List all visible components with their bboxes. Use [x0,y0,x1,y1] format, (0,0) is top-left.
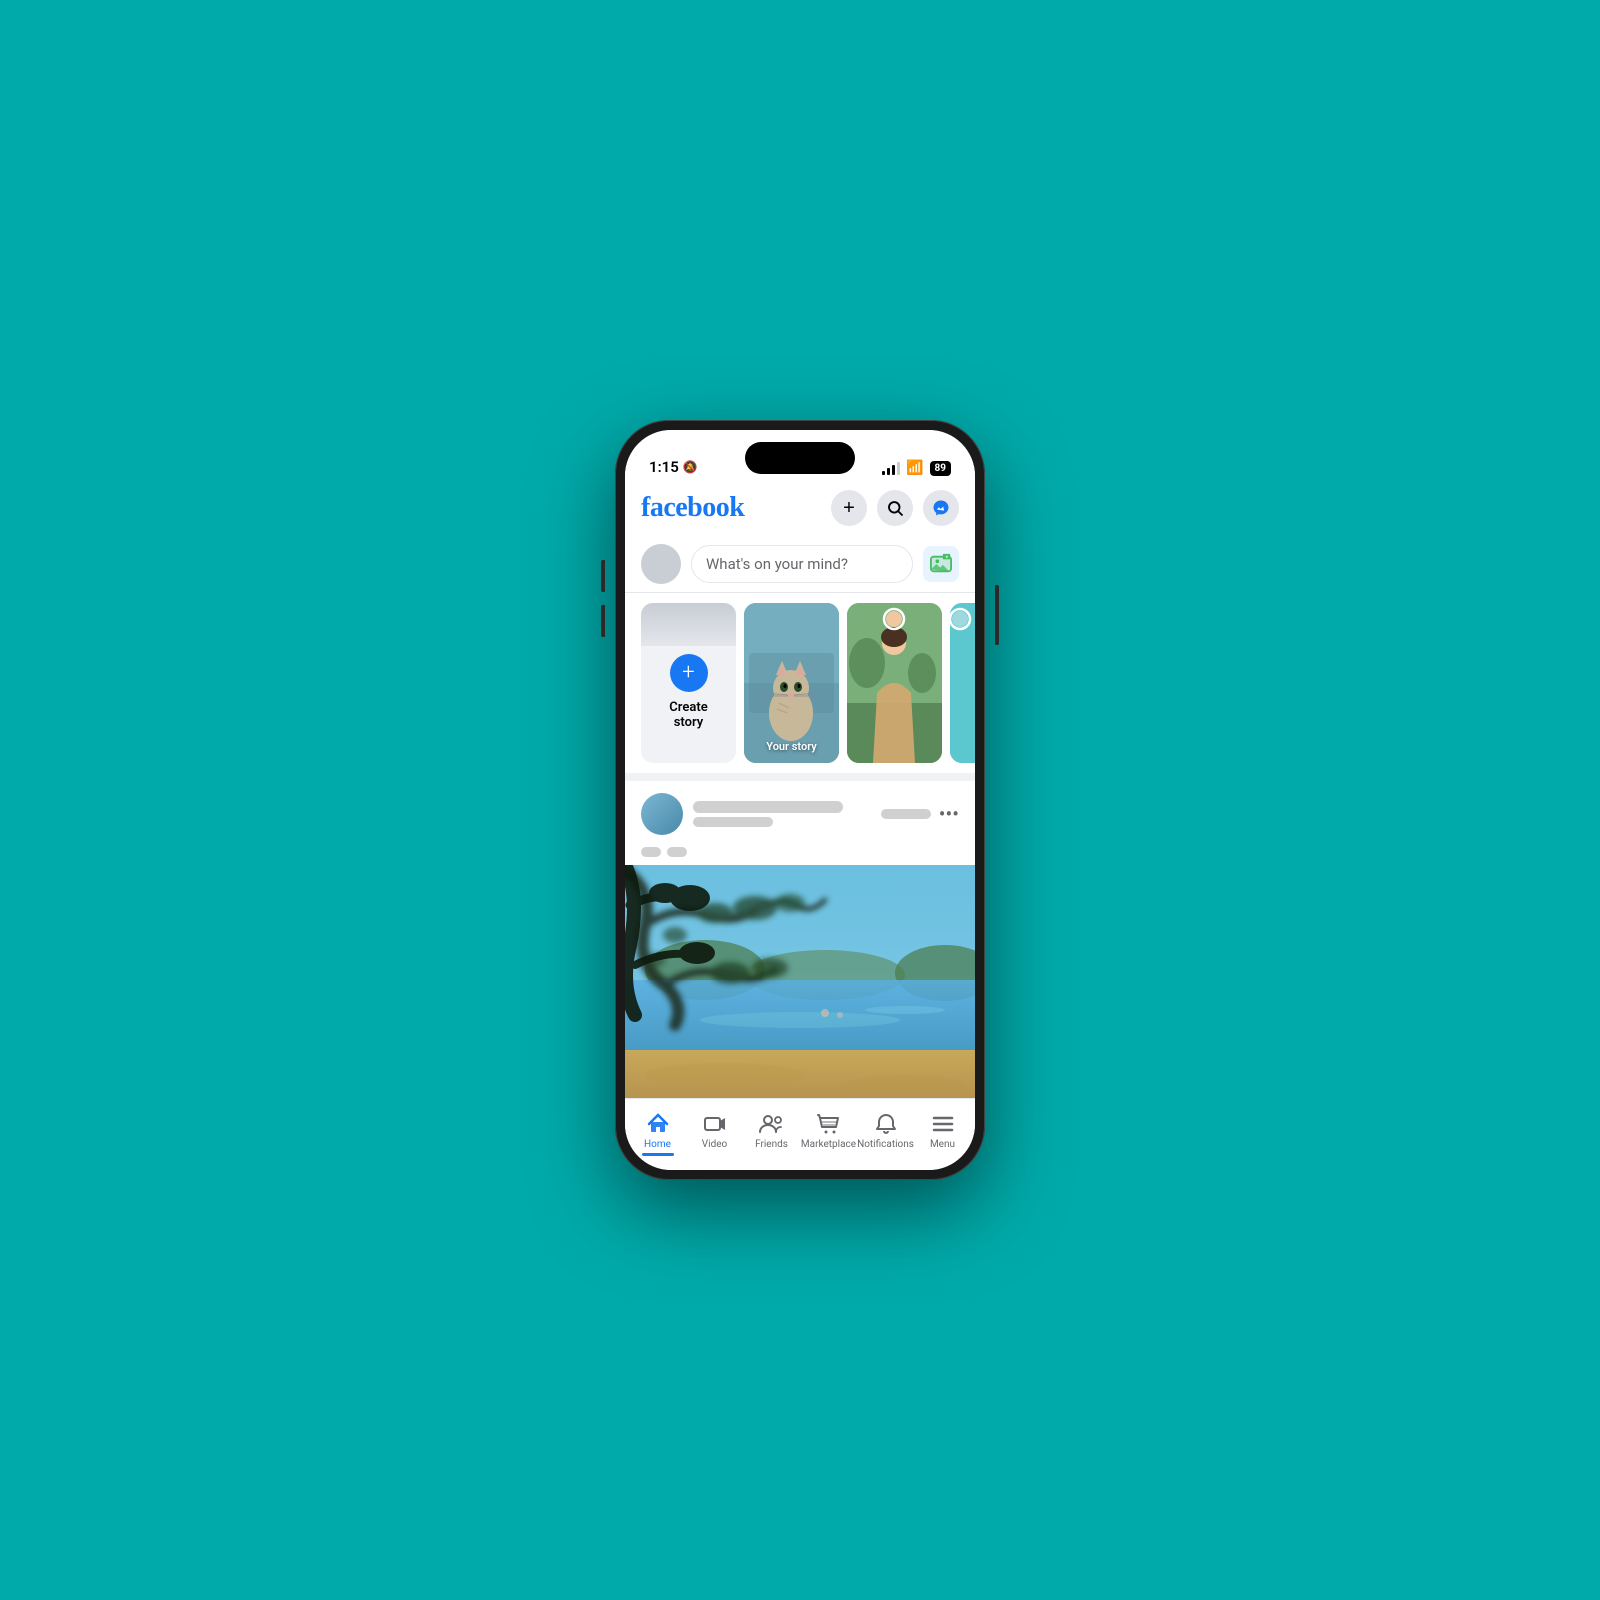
home-icon [646,1112,670,1136]
person-story-illustration [847,603,942,763]
post-timestamp [693,817,773,827]
notifications-nav-label: Notifications [857,1139,914,1150]
your-story-label: Your story [744,740,839,753]
post-author-avatar [641,793,683,835]
header-action-icons: + [831,490,959,526]
post-placeholder: What's on your mind? [706,555,848,573]
post-more-button[interactable]: ••• [939,802,959,826]
cat-illustration [744,603,839,763]
post-reactions-blurred [625,843,975,865]
feed-section: ••• [625,781,975,1098]
friends-icon [759,1112,785,1136]
user-avatar [641,544,681,584]
app-header: facebook + [625,482,975,536]
home-nav-label: Home [644,1139,671,1150]
video-nav-label: Video [702,1139,727,1150]
friend-story-2[interactable] [950,603,975,763]
search-icon [886,499,904,517]
power-button[interactable] [995,585,999,645]
stories-section: + Create story [625,593,975,781]
phone-frame: 1:15 🔕 📶 89 facebook + [615,420,985,1180]
bottom-navigation: Home Video Friends [625,1098,975,1170]
volume-down-button[interactable] [601,605,605,637]
nav-item-marketplace[interactable]: Marketplace [800,1106,857,1156]
notifications-icon [874,1112,898,1136]
menu-nav-label: Menu [930,1139,955,1150]
friend-story-1[interactable] [847,603,942,763]
marketplace-icon [817,1112,841,1136]
beach-scene-svg [625,865,975,1098]
dynamic-island [745,442,855,474]
wifi-icon: 📶 [906,460,923,476]
add-button[interactable]: + [831,490,867,526]
post-meta [693,801,871,827]
fourth-story-illustration [950,603,975,763]
menu-icon [931,1112,955,1136]
mute-icon: 🔕 [683,460,698,474]
post-author-name [693,801,843,813]
messenger-button[interactable] [923,490,959,526]
your-story-card[interactable]: Your story [744,603,839,763]
messenger-icon [932,499,950,517]
signal-bars-icon [882,461,900,475]
phone-screen: 1:15 🔕 📶 89 facebook + [625,430,975,1170]
photo-icon: + [930,553,952,575]
marketplace-nav-label: Marketplace [801,1139,856,1150]
friends-nav-label: Friends [755,1139,788,1150]
status-icons: 📶 89 [882,460,951,476]
post-input-area: What's on your mind? + [625,536,975,593]
post-card: ••• [625,781,975,1098]
create-story-card[interactable]: + Create story [641,603,736,763]
nav-item-home[interactable]: Home [629,1106,686,1156]
volume-up-button[interactable] [601,560,605,592]
create-story-label: Create story [669,700,707,731]
video-icon [703,1112,727,1136]
home-active-bar [642,1153,674,1156]
post-input-field[interactable]: What's on your mind? [691,545,913,583]
nav-item-notifications[interactable]: Notifications [857,1106,914,1156]
status-time: 1:15 🔕 [649,458,698,476]
post-image [625,865,975,1098]
time-display: 1:15 [649,458,679,476]
nav-item-menu[interactable]: Menu [914,1106,971,1156]
stories-row: + Create story [641,603,975,763]
nav-item-video[interactable]: Video [686,1106,743,1156]
post-action-blur [881,809,931,819]
nav-item-friends[interactable]: Friends [743,1106,800,1156]
battery-indicator: 89 [930,461,951,476]
post-header: ••• [625,781,975,843]
search-button[interactable] [877,490,913,526]
photo-video-button[interactable]: + [923,546,959,582]
facebook-logo: facebook [641,492,744,524]
create-story-plus-icon: + [670,654,708,692]
